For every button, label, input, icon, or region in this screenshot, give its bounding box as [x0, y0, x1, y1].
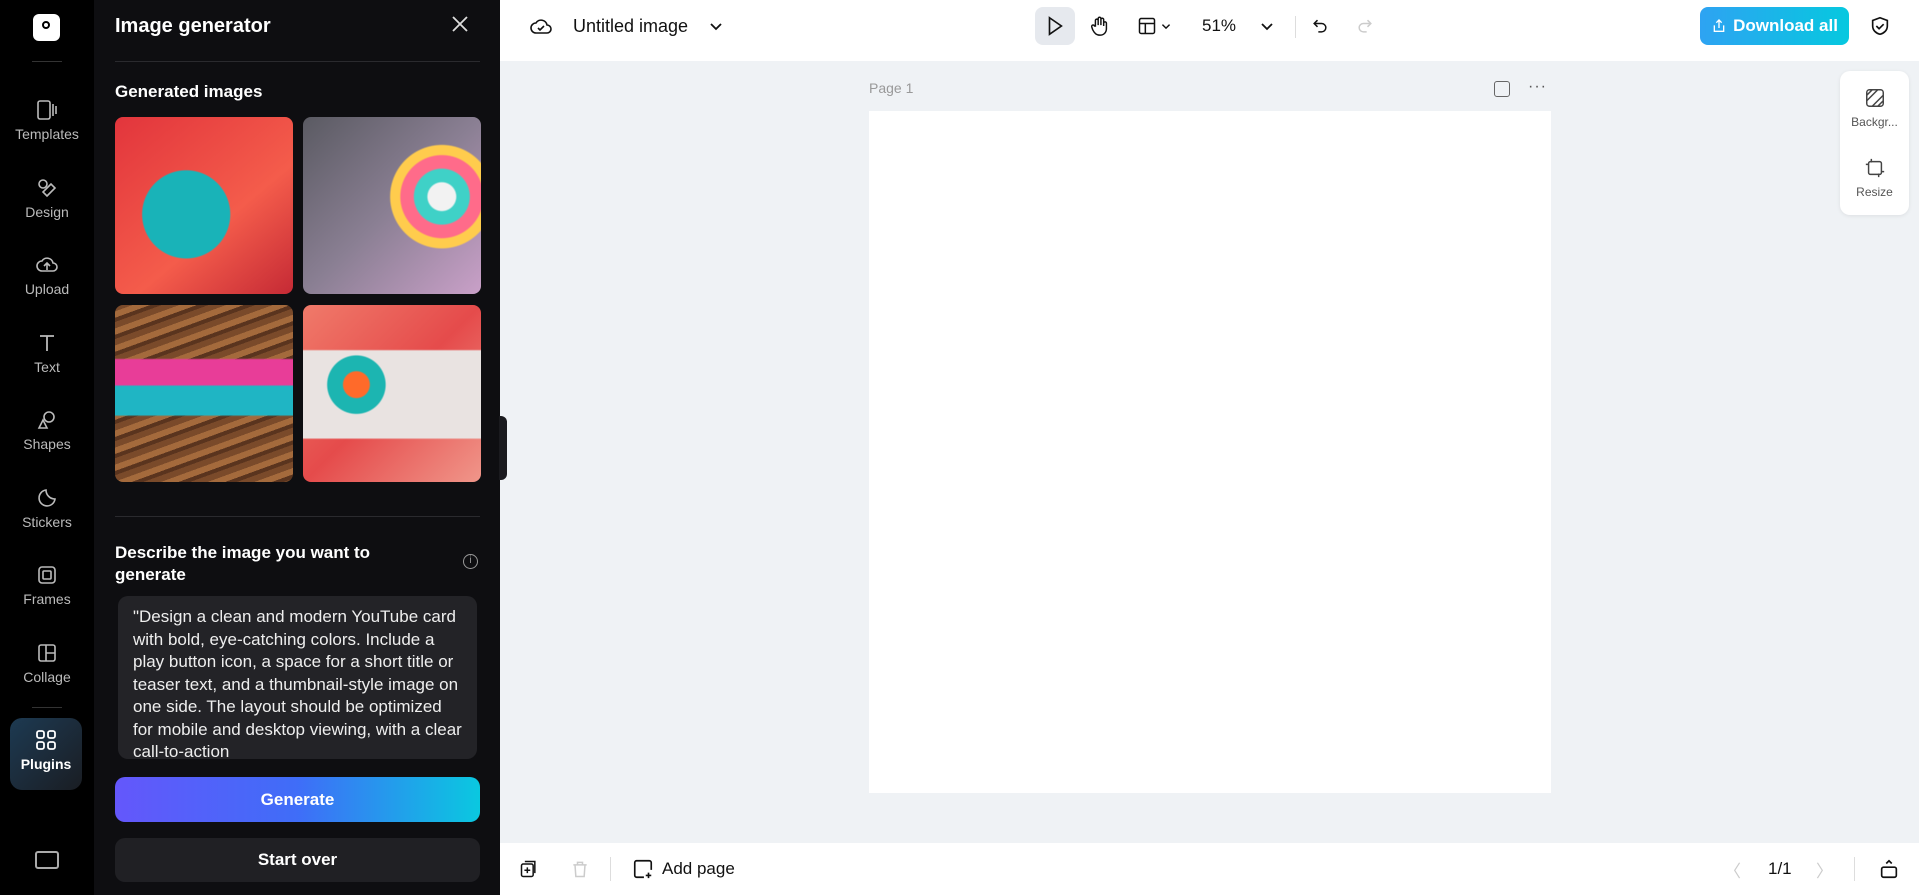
collage-icon	[38, 644, 56, 662]
image-generator-panel: Image generator Generated images Describ…	[94, 0, 500, 895]
rail-item-shapes[interactable]: Shapes	[0, 400, 94, 470]
bottom-bar: Add page 〈 1/1 〉	[500, 843, 1919, 895]
generated-image-3[interactable]	[115, 305, 293, 482]
frames-icon	[38, 566, 56, 584]
generated-image-1[interactable]	[115, 117, 293, 294]
undo-icon[interactable]	[1308, 7, 1332, 45]
divider	[32, 707, 62, 708]
previous-page-icon[interactable]: 〈	[1724, 855, 1741, 883]
shield-icon[interactable]	[1868, 7, 1892, 45]
select-tool-button[interactable]	[1035, 7, 1075, 45]
upload-icon	[36, 257, 58, 272]
start-over-button[interactable]: Start over	[115, 838, 480, 882]
background-button[interactable]: Backgr...	[1840, 87, 1909, 129]
right-tools-panel: Backgr... Resize	[1840, 71, 1909, 215]
next-page-icon[interactable]: 〉	[1816, 855, 1833, 883]
duplicate-page-icon[interactable]	[1494, 81, 1510, 97]
close-icon[interactable]	[448, 12, 472, 36]
collapse-panel-handle[interactable]	[499, 416, 507, 480]
rail-item-design[interactable]: Design	[0, 168, 94, 238]
rail-item-upload[interactable]: Upload	[0, 245, 94, 315]
app-logo[interactable]	[33, 14, 60, 41]
zoom-chevron-down-icon[interactable]	[1258, 7, 1276, 45]
zoom-level[interactable]: 51%	[1200, 7, 1238, 45]
page-counter: 1/1	[1768, 859, 1792, 878]
rail-item-stickers[interactable]: Stickers	[0, 478, 94, 548]
shapes-icon	[37, 411, 55, 429]
download-all-button[interactable]: Download all	[1700, 7, 1849, 45]
add-page-button[interactable]: Add page	[632, 855, 735, 883]
cloud-save-icon[interactable]	[528, 7, 554, 45]
stickers-icon	[38, 489, 56, 507]
generate-button[interactable]: Generate	[115, 777, 480, 822]
delete-page-icon[interactable]	[570, 855, 590, 883]
layout-menu-button[interactable]	[1134, 7, 1174, 45]
info-icon[interactable]: i	[463, 554, 478, 569]
panel-title: Image generator	[115, 15, 271, 37]
left-rail: Templates Design Upload Text Shapes Stic…	[0, 0, 94, 895]
divider	[115, 516, 480, 517]
rail-item-text[interactable]: Text	[0, 323, 94, 393]
redo-icon[interactable]	[1353, 7, 1377, 45]
canvas-page[interactable]	[869, 111, 1551, 793]
chevron-down-icon[interactable]	[706, 7, 726, 45]
document-title[interactable]: Untitled image	[573, 7, 688, 45]
divider	[1295, 16, 1296, 38]
hand-tool-button[interactable]	[1086, 7, 1114, 45]
templates-icon	[37, 100, 57, 120]
divider	[32, 61, 62, 62]
generated-image-4[interactable]	[303, 305, 481, 482]
more-options-icon[interactable]: ···	[1528, 78, 1547, 96]
rail-item-collage[interactable]: Collage	[0, 633, 94, 703]
generated-image-2[interactable]	[303, 117, 481, 294]
divider	[115, 61, 480, 62]
resize-icon	[1865, 158, 1884, 178]
keyboard-shortcuts-icon[interactable]	[35, 851, 59, 869]
divider	[610, 857, 611, 881]
describe-heading: Describe the image you want to generate	[115, 543, 371, 584]
resize-button[interactable]: Resize	[1840, 157, 1909, 199]
background-icon	[1865, 89, 1884, 107]
add-page-icon	[633, 859, 653, 879]
page-label: Page 1	[869, 80, 914, 96]
divider	[1854, 857, 1855, 881]
top-toolbar: Untitled image 51% Download all	[500, 0, 1919, 61]
expand-pages-icon[interactable]	[1878, 855, 1900, 883]
rail-item-plugins[interactable]: Plugins	[10, 718, 82, 790]
generated-images-heading: Generated images	[115, 82, 263, 101]
prompt-textarea[interactable]: "Design a clean and modern YouTube card …	[118, 596, 477, 759]
share-icon	[1713, 19, 1725, 32]
rail-item-frames[interactable]: Frames	[0, 555, 94, 625]
rail-item-templates[interactable]: Templates	[0, 90, 94, 160]
text-icon	[40, 335, 54, 351]
add-page-copy-icon[interactable]	[519, 855, 539, 883]
plugins-icon	[36, 730, 56, 750]
design-icon	[38, 179, 57, 198]
